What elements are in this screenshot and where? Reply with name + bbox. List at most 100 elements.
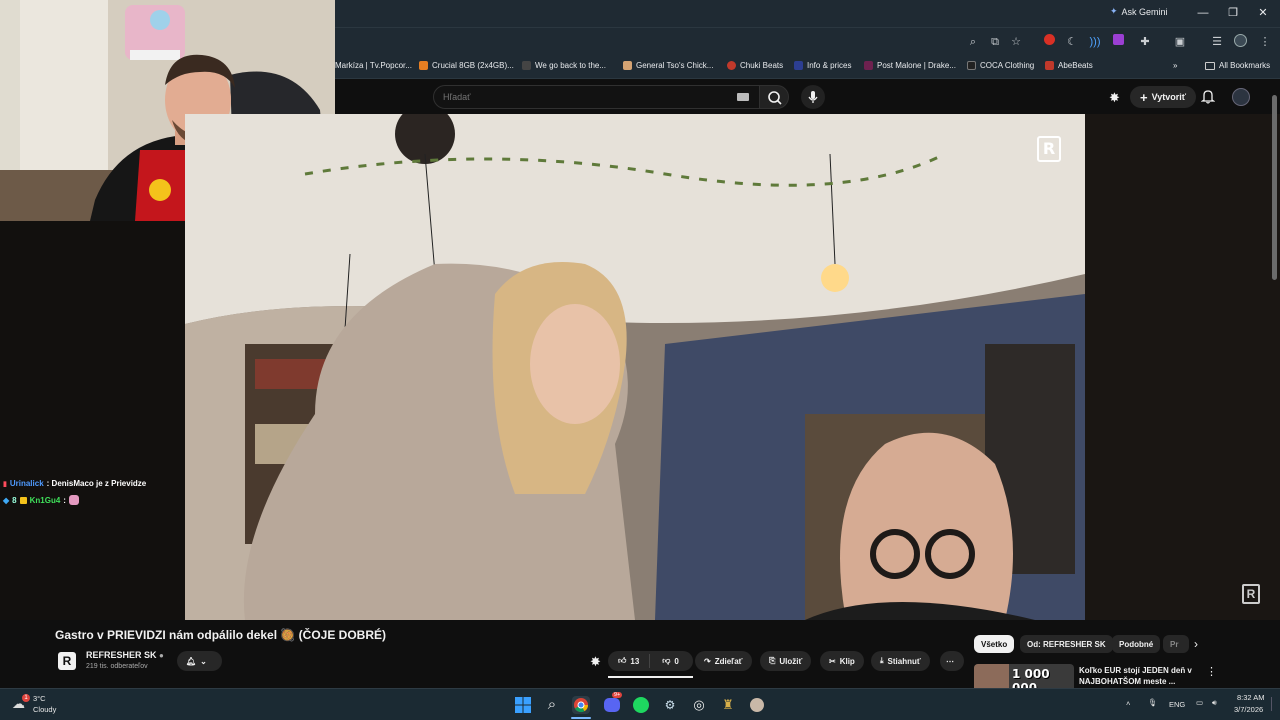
ai-sparkle-icon[interactable]: ✸ <box>590 654 601 670</box>
account-avatar[interactable] <box>1232 88 1250 106</box>
bookmark-item[interactable]: We go back to the... <box>522 61 606 70</box>
ai-sparkle-icon[interactable]: ✸ <box>1109 90 1120 106</box>
bookmark-favicon <box>794 61 803 70</box>
subscription-bell-button[interactable]: 🔔︎ ⌄ <box>177 651 222 671</box>
all-bookmarks-button[interactable]: All Bookmarks <box>1205 61 1270 70</box>
chip-related[interactable]: Podobné <box>1112 635 1161 653</box>
bookmark-item[interactable]: Post Malone | Drake... <box>864 61 956 70</box>
dislike-button[interactable]: 👎︎ 0 <box>654 656 687 666</box>
spotify-icon[interactable] <box>632 696 650 714</box>
bookmark-label: COCA Clothing <box>980 61 1035 70</box>
channel-name-link[interactable]: REFRESHER SK ● <box>86 650 164 660</box>
extension-purple-icon[interactable] <box>1110 34 1126 50</box>
bookmark-item[interactable]: COCA Clothing <box>967 61 1034 70</box>
video-player[interactable]: R <box>185 114 1085 620</box>
recommendation-thumbnail[interactable]: 1 000 000 <box>974 664 1074 688</box>
ask-gemini-button[interactable]: ✦ Ask Gemini <box>1110 6 1168 17</box>
more-horizontal-icon: ⋯ <box>946 656 954 666</box>
reading-list-icon[interactable]: ☰ <box>1209 34 1225 50</box>
media-control-icon[interactable]: ▣ <box>1172 34 1188 50</box>
bookmark-item[interactable]: AbeBeats <box>1045 61 1093 70</box>
network-icon[interactable]: ▭ <box>1196 698 1203 707</box>
chip-from-channel[interactable]: Od: REFRESHER SK <box>1020 635 1113 653</box>
extension-moon-icon[interactable]: ☾ <box>1064 34 1080 50</box>
clock-time[interactable]: 8:32 AM <box>1237 693 1265 702</box>
app-avatar-icon[interactable] <box>748 696 766 714</box>
refresher-watermark-icon: R <box>1037 136 1061 162</box>
youtube-header: ✸ + Vytvoriť <box>335 79 1280 114</box>
tray-overflow-icon[interactable]: ˄ <box>1126 699 1130 708</box>
voice-search-button[interactable] <box>801 85 825 109</box>
show-desktop-button[interactable] <box>1271 697 1274 711</box>
notifications-bell-icon[interactable] <box>1200 89 1216 109</box>
bookmark-label: AbeBeats <box>1058 61 1093 70</box>
bookmark-item[interactable]: Crucial 8GB (2x4GB)... <box>419 61 514 70</box>
microphone-tray-icon[interactable]: 🎙︎ <box>1148 698 1158 707</box>
chips-next-arrow-icon[interactable]: › <box>1194 637 1198 651</box>
bookmark-label: Chuki Beats <box>740 61 784 70</box>
thumbnail-face <box>974 664 1009 688</box>
bookmark-favicon <box>623 61 632 70</box>
minimize-button[interactable]: — <box>1188 4 1218 22</box>
clip-button[interactable]: ✂ Klip <box>820 651 864 671</box>
game-launcher-icon[interactable]: ◎ <box>690 696 708 714</box>
bookmark-item[interactable]: General Tso's Chick... <box>623 61 713 70</box>
recommendation-title[interactable]: Koľko EUR stojí JEDEN deň v NAJBOHATŠOM … <box>1079 665 1192 687</box>
bookmark-favicon <box>864 61 873 70</box>
plus-icon: + <box>1140 89 1148 105</box>
chip-all[interactable]: Všetko <box>974 635 1015 653</box>
bookmark-label: Info & prices <box>807 61 852 70</box>
restore-button[interactable]: ❐ <box>1218 4 1248 22</box>
browser-toolbar: ⌕ ⧉ ☆ ☾ ))) ✚ ▣ ☰ ⋮ <box>335 27 1280 55</box>
discord-icon[interactable]: 9+ <box>603 692 623 714</box>
search-icon[interactable]: ⌕ <box>543 696 561 714</box>
recommendation-menu-icon[interactable]: ⋮ <box>1206 665 1217 678</box>
bookmark-item[interactable]: Chuki Beats <box>727 61 783 70</box>
chip-partial[interactable]: Pr <box>1163 635 1189 653</box>
search-button[interactable] <box>759 85 789 109</box>
chat-text: : DenisMaco je z Prievidze <box>46 479 147 488</box>
save-button[interactable]: ⎘ Uložiť <box>760 651 812 671</box>
zoom-icon[interactable]: ⌕ <box>965 34 981 50</box>
bookmark-favicon <box>967 61 976 70</box>
bookmark-item[interactable]: Markíza | Tv.Popcor... <box>335 61 412 70</box>
channel-avatar[interactable]: R <box>58 652 76 670</box>
page-scrollbar[interactable] <box>1272 95 1277 280</box>
steam-icon[interactable]: ⚙ <box>661 696 679 714</box>
input-language[interactable]: ENG <box>1169 700 1185 709</box>
download-button[interactable]: ⤓ Stiahnuť <box>871 651 930 671</box>
chat-badge-count: 8 <box>12 495 17 505</box>
clock-date[interactable]: 3/7/2026 <box>1234 705 1263 714</box>
league-client-icon[interactable]: ♜ <box>719 696 737 714</box>
bookmarks-overflow-button[interactable]: » <box>1173 61 1177 70</box>
video-title: Gastro v PRIEVIDZI nám odpálilo dekel 🥘 … <box>55 628 387 642</box>
create-button[interactable]: + Vytvoriť <box>1130 86 1197 108</box>
double-chevron-icon: » <box>1173 61 1178 70</box>
share-button[interactable]: ↷ Zdieľať <box>695 651 752 671</box>
windows-start-icon[interactable] <box>514 696 532 714</box>
close-window-button[interactable]: ✕ <box>1248 4 1278 22</box>
download-icon: ⤓ <box>880 656 884 665</box>
extension-wave-icon[interactable]: ))) <box>1087 34 1103 50</box>
bookmark-favicon <box>1045 61 1054 70</box>
profile-avatar[interactable] <box>1232 34 1248 50</box>
bookmark-item[interactable]: Info & prices <box>794 61 851 70</box>
chrome-menu-icon[interactable]: ⋮ <box>1257 34 1273 50</box>
search-input[interactable] <box>433 85 767 109</box>
extension-red-icon[interactable] <box>1041 34 1057 50</box>
keyboard-icon[interactable] <box>737 93 749 101</box>
bookmark-star-icon[interactable]: ☆ <box>1008 34 1024 50</box>
video-frame <box>185 114 1085 620</box>
more-actions-button[interactable]: ⋯ <box>940 651 964 671</box>
channel-watermark-icon[interactable]: R <box>1242 584 1260 604</box>
bookmark-label: General Tso's Chick... <box>636 61 714 70</box>
extensions-puzzle-icon[interactable]: ✚ <box>1137 34 1153 50</box>
like-button[interactable]: 👍︎ 13 <box>608 654 651 668</box>
rec-title-line: Koľko EUR stojí JEDEN deň v <box>1079 666 1192 675</box>
chrome-taskbar-icon[interactable] <box>572 696 590 714</box>
thumbs-up-icon: 👍︎ <box>618 656 627 665</box>
search-icon <box>768 91 782 105</box>
install-app-icon[interactable]: ⧉ <box>987 34 1003 50</box>
volume-icon[interactable]: 🔊︎ <box>1212 698 1217 708</box>
share-icon: ↷ <box>704 656 711 666</box>
